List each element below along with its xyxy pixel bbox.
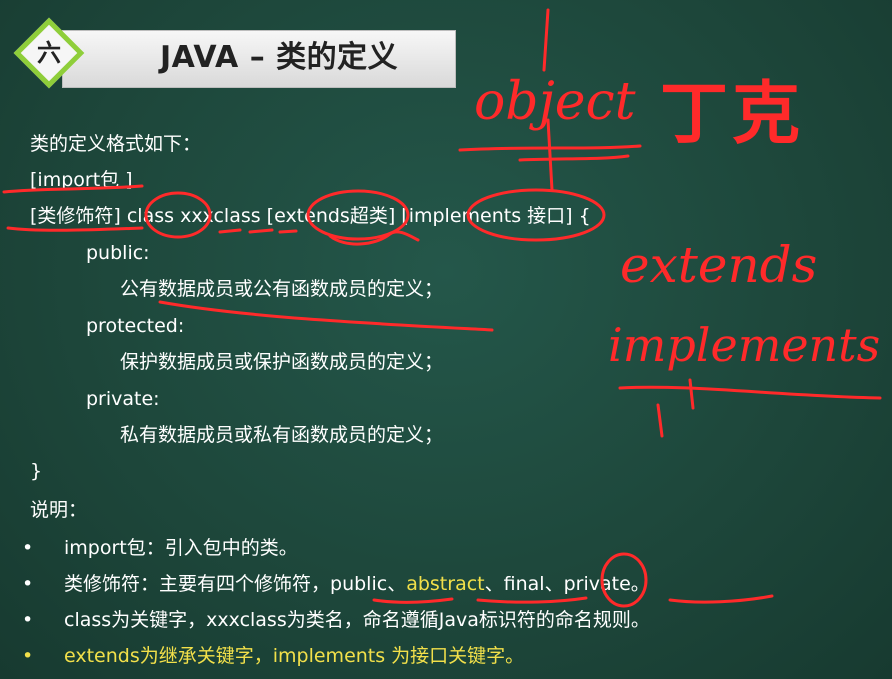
handwritten-extends: extends <box>620 236 818 294</box>
ink-underline-private <box>668 594 774 604</box>
handwritten-object: object <box>474 72 636 132</box>
ink-dash-xxxclass <box>218 228 298 234</box>
ink-underline-implements-word <box>618 385 882 400</box>
ink-circle-class <box>144 191 212 239</box>
ink-underline-modifier <box>6 226 144 232</box>
ink-underline-import <box>2 184 144 194</box>
ink-circle-final <box>600 552 648 608</box>
ink-underline-public <box>372 597 454 604</box>
ink-circle-implements <box>466 188 606 242</box>
handwritten-implements: implements <box>608 318 881 372</box>
handwritten-name: 丁克 <box>660 75 805 154</box>
ink-underline-public-desc <box>158 300 494 332</box>
ink-tick-2 <box>688 378 695 410</box>
ink-tick-1 <box>656 403 664 438</box>
ink-underline-abstract <box>476 596 588 604</box>
ink-underline-object-2 <box>518 154 630 162</box>
